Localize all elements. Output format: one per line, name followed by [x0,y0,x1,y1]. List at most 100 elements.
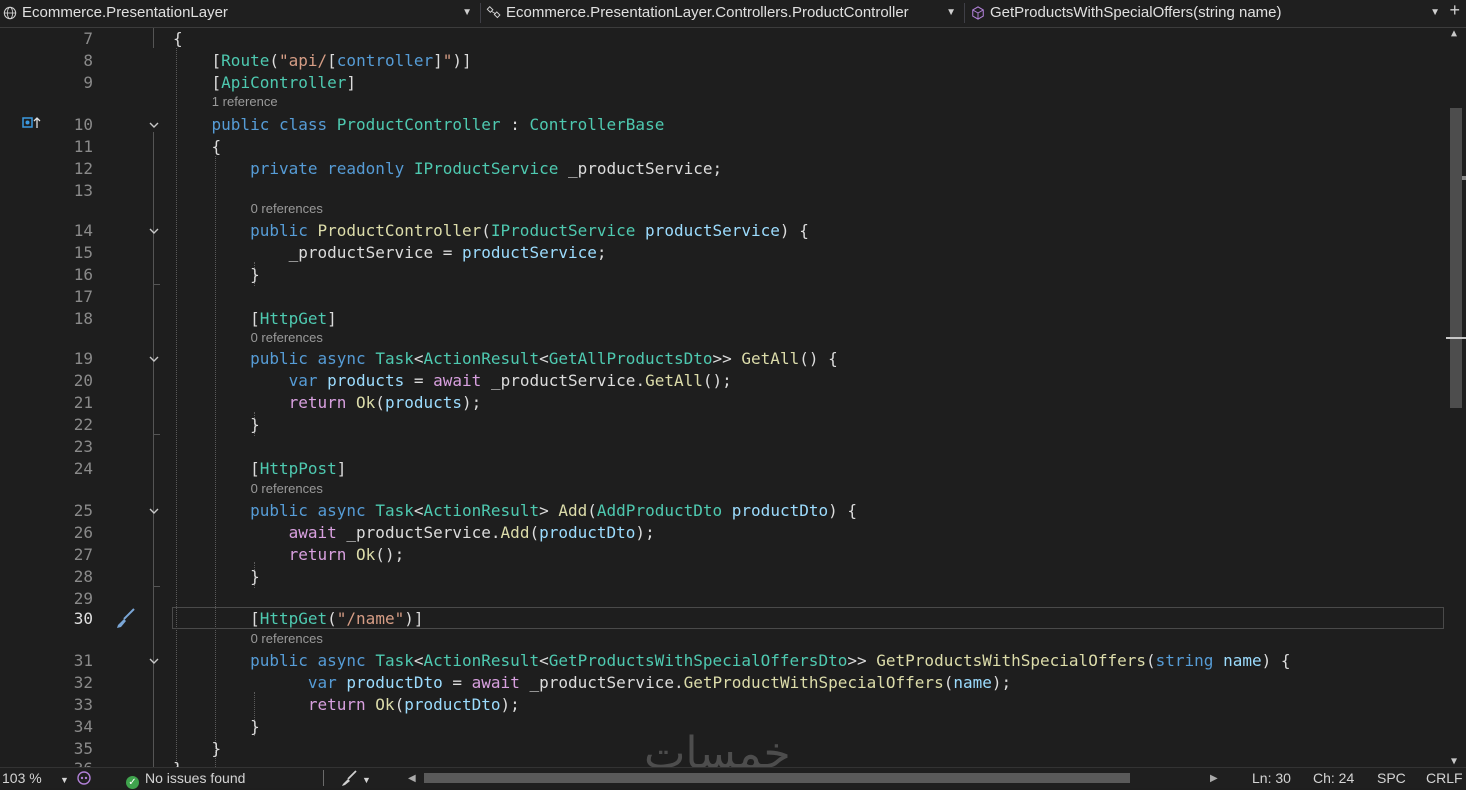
scroll-down-arrow-icon[interactable]: ▼ [1451,756,1457,767]
chevron-down-icon[interactable]: ▼ [362,772,371,788]
code-line[interactable]: 20 var products = await _productService.… [0,370,1446,392]
vertical-scrollbar[interactable]: ▲ ▼ [1446,28,1466,767]
code-line[interactable]: 26 await _productService.Add(productDto)… [0,522,1446,544]
line-number: 25 [73,501,93,520]
method-cube-icon [972,6,984,20]
member-dropdown[interactable]: GetProductsWithSpecialOffers(string name… [968,2,1446,24]
code-line[interactable]: 30 [HttpGet("/name")] [0,608,1446,630]
codelens-references[interactable]: 0 references [251,200,323,218]
code-line[interactable]: 15 _productService = productService; [0,242,1446,264]
code-text[interactable]: public async Task<ActionResult<GetAllPro… [173,348,838,370]
code-line[interactable]: 28 } [0,566,1446,588]
code-line[interactable]: 18 [HttpGet] [0,308,1446,330]
code-line[interactable]: 27 return Ok(); [0,544,1446,566]
code-text[interactable]: public ProductController(IProductService… [173,220,809,242]
code-text[interactable]: [HttpGet] [173,308,337,330]
code-line[interactable]: 25 public async Task<ActionResult> Add(A… [0,500,1446,522]
fold-collapse-chevron-icon[interactable] [148,225,160,237]
code-text[interactable]: return Ok(); [173,544,405,566]
code-text[interactable]: } [173,566,260,588]
codelens-references[interactable]: 0 references [251,480,323,498]
scrollbar-thumb[interactable] [1450,108,1462,408]
code-line[interactable]: 9 [ApiController] [0,72,1446,94]
chevron-down-icon[interactable]: ▼ [60,772,69,788]
zoom-level[interactable]: 103 % [2,770,42,786]
code-text[interactable]: [HttpGet("/name")] [173,608,423,630]
line-number: 19 [73,349,93,368]
code-line[interactable]: 7{ [0,28,1446,50]
code-text[interactable]: return Ok(products); [173,392,482,414]
line-number-status[interactable]: Ln: 30 [1252,770,1291,786]
code-text[interactable]: public class ProductController : Control… [173,114,665,136]
scroll-up-arrow-icon[interactable]: ▲ [1451,28,1457,39]
code-line[interactable]: 12 private readonly IProductService _pro… [0,158,1446,180]
fold-collapse-chevron-icon[interactable] [148,505,160,517]
code-line[interactable]: 33 return Ok(productDto); [0,694,1446,716]
code-text[interactable]: } [173,414,260,436]
spacing-mode[interactable]: SPC [1377,770,1406,786]
horizontal-scrollbar-thumb[interactable] [424,773,1130,783]
code-line[interactable]: 10 public class ProductController : Cont… [0,114,1446,136]
scroll-right-arrow-icon[interactable]: ▶ [1210,771,1218,787]
code-line[interactable]: 16 } [0,264,1446,286]
column-number-status[interactable]: Ch: 24 [1313,770,1354,786]
code-line[interactable]: 14 public ProductController(IProductServ… [0,220,1446,242]
issues-indicator[interactable]: ✓ No issues found [126,770,245,789]
code-line[interactable]: 13 [0,180,1446,202]
project-name: Ecommerce.PresentationLayer [22,4,228,21]
codelens-references[interactable]: 0 references [251,630,323,648]
project-dropdown[interactable]: Ecommerce.PresentationLayer ▼ [0,2,478,24]
scrollbar-marker [1462,176,1466,180]
code-text[interactable]: _productService = productService; [173,242,607,264]
chevron-down-icon[interactable]: ▼ [1430,2,1440,24]
code-text[interactable]: return Ok(productDto); [173,694,520,716]
code-text[interactable]: { [173,136,222,158]
copilot-icon[interactable] [76,770,92,789]
fold-collapse-chevron-icon[interactable] [148,655,160,667]
scroll-left-arrow-icon[interactable]: ◀ [408,771,416,787]
code-text[interactable]: } [173,716,260,738]
code-text[interactable]: public async Task<ActionResult<GetProduc… [173,650,1290,672]
codelens-references[interactable]: 1 reference [212,93,278,111]
codelens-references[interactable]: 0 references [251,329,323,347]
implementation-arrow-icon[interactable] [22,116,42,130]
code-text[interactable]: await _productService.Add(productDto); [173,522,655,544]
line-number: 28 [73,567,93,586]
code-text[interactable]: } [173,738,222,760]
type-scope-name: Ecommerce.PresentationLayer.Controllers.… [506,4,909,21]
line-number: 20 [73,371,93,390]
line-number: 14 [73,221,93,240]
editor-status-bar: 103 % ▼ ✓ No issues found ▼ ◀ ▶ Ln: 30 Ch… [0,767,1466,789]
code-editor[interactable]: 7{8 [Route("api/[controller]")] 9 [ApiCon… [0,28,1446,767]
fold-collapse-chevron-icon[interactable] [148,353,160,365]
code-line[interactable]: 21 return Ok(products); [0,392,1446,414]
split-window-plus-icon[interactable]: + [1449,0,1460,21]
line-number: 21 [73,393,93,412]
code-text[interactable]: private readonly IProductService _produc… [173,158,722,180]
code-text[interactable]: } [173,758,183,767]
line-ending-mode[interactable]: CRLF [1426,770,1463,786]
code-text[interactable]: { [173,28,183,50]
fold-collapse-chevron-icon[interactable] [148,119,160,131]
code-line[interactable]: 24 [HttpPost] [0,458,1446,480]
code-text[interactable]: var products = await _productService.Get… [173,370,732,392]
code-text[interactable]: var productDto = await _productService.G… [173,672,1011,694]
code-line[interactable]: 23 [0,436,1446,458]
code-line[interactable]: 22 } [0,414,1446,436]
code-line[interactable]: 11 { [0,136,1446,158]
code-text[interactable]: [HttpPost] [173,458,346,480]
type-scope-dropdown[interactable]: Ecommerce.PresentationLayer.Controllers.… [484,2,962,24]
code-line[interactable]: 19 public async Task<ActionResult<GetAll… [0,348,1446,370]
chevron-down-icon[interactable]: ▼ [462,2,472,24]
code-line[interactable]: 8 [Route("api/[controller]")] [0,50,1446,72]
code-text[interactable]: public async Task<ActionResult> Add(AddP… [173,500,857,522]
code-text[interactable]: [ApiController] [173,72,357,94]
code-text[interactable]: } [173,264,260,286]
code-line[interactable]: 32 var productDto = await _productServic… [0,672,1446,694]
code-line[interactable]: 31 public async Task<ActionResult<GetPro… [0,650,1446,672]
quick-actions-brush-icon[interactable] [114,607,136,629]
code-text[interactable]: [Route("api/[controller]")] [173,50,472,72]
chevron-down-icon[interactable]: ▼ [946,2,956,24]
code-line[interactable]: 29 [0,588,1446,610]
code-line[interactable]: 17 [0,286,1446,308]
